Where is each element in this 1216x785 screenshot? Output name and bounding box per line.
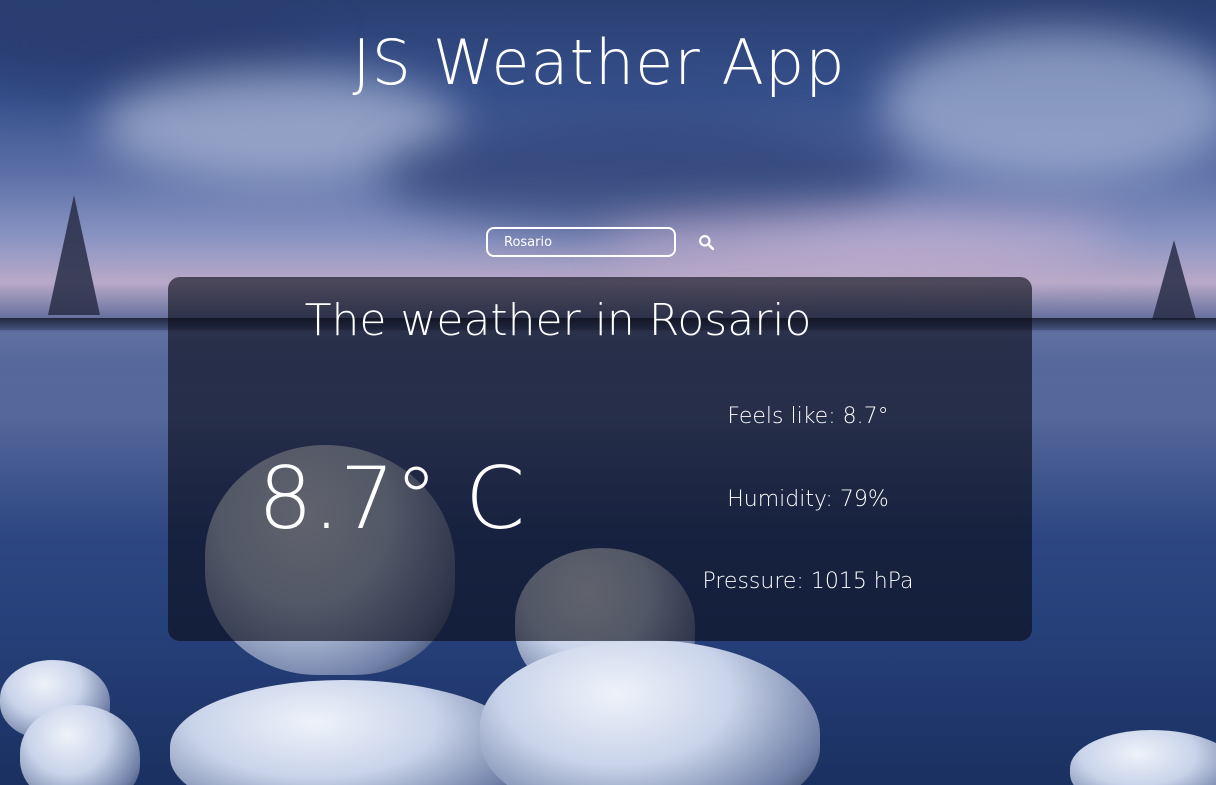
search-icon [698,234,714,250]
search-input[interactable] [486,227,676,257]
search-button[interactable] [696,232,716,252]
search-bar [486,227,716,257]
pressure-text: Pressure: 1015 hPa [702,569,914,594]
weather-heading: The weather in Rosario [304,295,812,346]
temperature-value: 8.7° C [258,449,526,549]
weather-card: The weather in Rosario 8.7° C Feels like… [168,277,1032,641]
humidity-text: Humidity: 79% [727,487,889,512]
tree [48,195,100,315]
tree [1152,240,1196,320]
app-title: JS Weather App [352,26,846,99]
feels-like-text: Feels like: 8.7° [727,404,889,429]
